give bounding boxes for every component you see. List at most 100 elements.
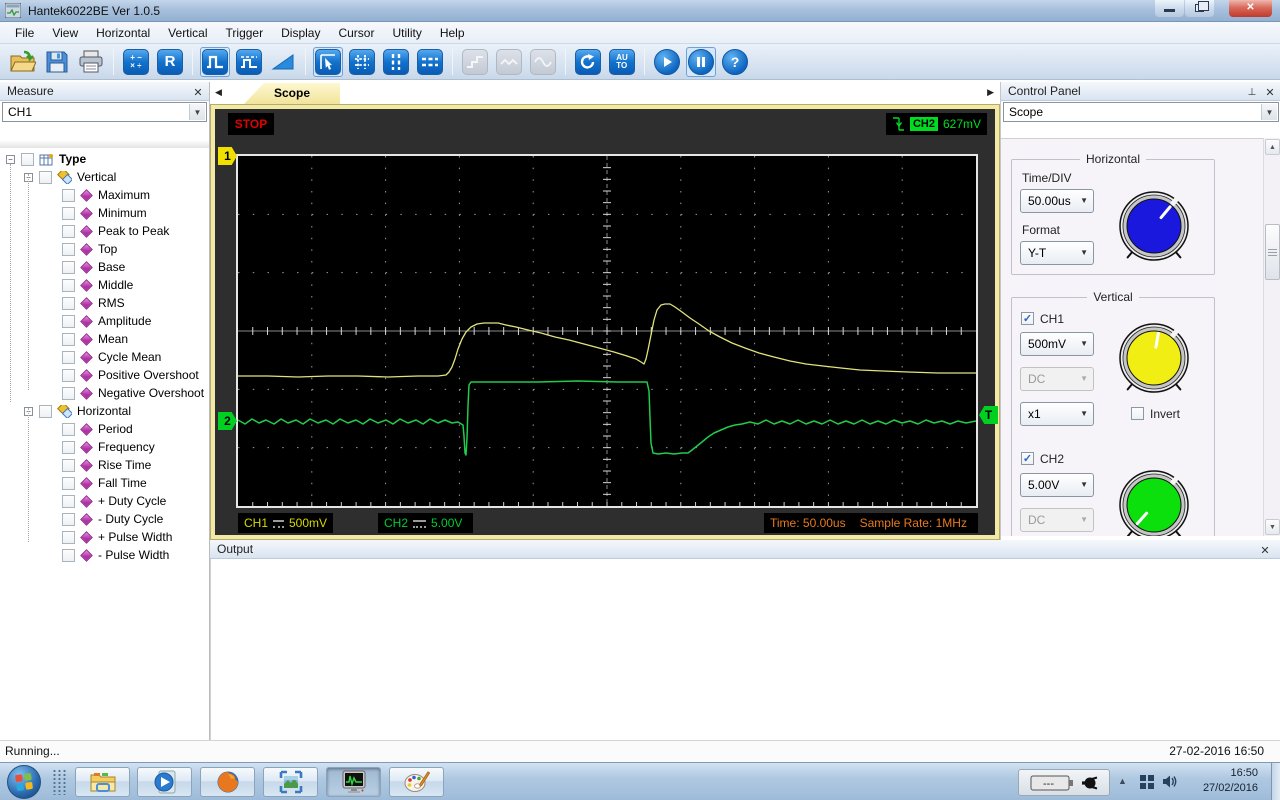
ch1-scale-select[interactable]: 500mV ▼ bbox=[1020, 332, 1094, 356]
sine-disabled-button[interactable] bbox=[528, 47, 558, 77]
pause-button[interactable] bbox=[686, 46, 716, 77]
tree-item-negative-overshoot[interactable]: Negative Overshoot bbox=[0, 384, 204, 402]
wave-disabled-button[interactable] bbox=[494, 47, 524, 77]
taskbar-grip[interactable] bbox=[52, 769, 68, 795]
ch1-enable-checkbox[interactable]: ✓ bbox=[1021, 312, 1034, 325]
menu-file[interactable]: File bbox=[6, 24, 43, 42]
tab-prev-icon[interactable]: ◀ bbox=[215, 87, 222, 98]
tree-checkbox[interactable] bbox=[21, 152, 34, 166]
taskbar-button-explorer[interactable] bbox=[75, 767, 130, 797]
battery-status-widget[interactable]: --- bbox=[1018, 769, 1110, 796]
menu-horizontal[interactable]: Horizontal bbox=[87, 24, 159, 42]
ramp-button[interactable] bbox=[268, 47, 298, 77]
tree-checkbox[interactable] bbox=[39, 170, 52, 184]
tree-checkbox[interactable] bbox=[62, 188, 75, 202]
tree-item-rms[interactable]: RMS bbox=[0, 294, 125, 312]
taskbar-button-oscilloscope[interactable] bbox=[326, 767, 381, 797]
ch2-coupling-select[interactable]: DC ▼ bbox=[1020, 508, 1094, 532]
start-button[interactable] bbox=[652, 47, 682, 77]
control-panel-close-icon[interactable]: ✕ bbox=[1263, 84, 1277, 102]
restore-button[interactable] bbox=[1185, 0, 1214, 17]
tree-checkbox[interactable] bbox=[62, 314, 75, 328]
tree-checkbox[interactable] bbox=[62, 422, 75, 436]
tree-checkbox[interactable] bbox=[62, 332, 75, 346]
ch1-position-marker[interactable]: 1 bbox=[218, 147, 237, 165]
tree-item-peak-to-peak[interactable]: Peak to Peak bbox=[0, 222, 169, 240]
tree-item-period[interactable]: Period bbox=[0, 420, 133, 438]
network-icon[interactable] bbox=[1140, 775, 1155, 789]
tree-item-positive-overshoot[interactable]: Positive Overshoot bbox=[0, 366, 199, 384]
tree-checkbox[interactable] bbox=[62, 476, 75, 490]
tree-checkbox[interactable] bbox=[62, 548, 75, 562]
menu-trigger[interactable]: Trigger bbox=[217, 24, 273, 42]
tree-item-mean[interactable]: Mean bbox=[0, 330, 128, 348]
tree-item-fall-time[interactable]: Fall Time bbox=[0, 474, 147, 492]
tree-item-maximum[interactable]: Maximum bbox=[0, 186, 150, 204]
reference-button[interactable]: R bbox=[155, 47, 185, 77]
pulse-button[interactable] bbox=[200, 46, 230, 77]
menu-utility[interactable]: Utility bbox=[383, 24, 430, 42]
tree-checkbox[interactable] bbox=[62, 386, 75, 400]
grid-button[interactable] bbox=[347, 47, 377, 77]
horizontal-cursors-button[interactable] bbox=[415, 47, 445, 77]
ch2-enable-checkbox[interactable]: ✓ bbox=[1021, 452, 1034, 465]
math-button[interactable]: + − × ÷ bbox=[121, 47, 151, 77]
tree-checkbox[interactable] bbox=[62, 458, 75, 472]
tree-item--duty-cycle[interactable]: + Duty Cycle bbox=[0, 492, 166, 510]
timebase-knob[interactable] bbox=[1112, 184, 1196, 268]
menu-display[interactable]: Display bbox=[272, 24, 329, 42]
taskbar-clock[interactable]: 16:50 27/02/2016 bbox=[1190, 766, 1258, 796]
tree-item-amplitude[interactable]: Amplitude bbox=[0, 312, 151, 330]
trigger-level-marker[interactable]: T bbox=[979, 406, 998, 424]
menu-help[interactable]: Help bbox=[431, 24, 474, 42]
panel-mode-select[interactable]: Scope ▼ bbox=[1003, 102, 1279, 122]
menu-vertical[interactable]: Vertical bbox=[159, 24, 216, 42]
pin-icon[interactable]: ⊥ bbox=[1245, 84, 1259, 102]
tree-checkbox[interactable] bbox=[39, 404, 52, 418]
tree-item-middle[interactable]: Middle bbox=[0, 276, 133, 294]
timediv-select[interactable]: 50.00us ▼ bbox=[1020, 189, 1094, 213]
tree-item-base[interactable]: Base bbox=[0, 258, 125, 276]
ch2-scale-select[interactable]: 5.00V ▼ bbox=[1020, 473, 1094, 497]
speaker-icon[interactable] bbox=[1162, 774, 1179, 789]
show-desktop-button[interactable] bbox=[1271, 763, 1280, 800]
tree-checkbox[interactable] bbox=[62, 368, 75, 382]
tree-checkbox[interactable] bbox=[62, 512, 75, 526]
tree-checkbox[interactable] bbox=[62, 350, 75, 364]
vertical-cursors-button[interactable] bbox=[381, 47, 411, 77]
step-disabled-button[interactable] bbox=[460, 47, 490, 77]
save-button[interactable] bbox=[42, 47, 72, 77]
taskbar-button-paint[interactable] bbox=[389, 767, 444, 797]
tree-item-frequency[interactable]: Frequency bbox=[0, 438, 155, 456]
scrollbar-thumb[interactable] bbox=[1265, 224, 1280, 280]
tree-checkbox[interactable] bbox=[62, 296, 75, 310]
tree-checkbox[interactable] bbox=[62, 494, 75, 508]
tree-checkbox[interactable] bbox=[62, 224, 75, 238]
close-button[interactable]: ✕ bbox=[1229, 0, 1272, 17]
tree-item-rise-time[interactable]: Rise Time bbox=[0, 456, 151, 474]
ch1-invert-checkbox[interactable] bbox=[1131, 407, 1144, 420]
tree-checkbox[interactable] bbox=[62, 206, 75, 220]
taskbar-button-media-player[interactable] bbox=[137, 767, 192, 797]
menu-view[interactable]: View bbox=[43, 24, 87, 42]
taskbar-button-firefox[interactable] bbox=[200, 767, 255, 797]
tree-collapse-icon[interactable]: − bbox=[6, 154, 15, 164]
ch2-position-marker[interactable]: 2 bbox=[218, 412, 237, 430]
tree-node-vertical[interactable]: − Vertical bbox=[0, 167, 116, 186]
pulse-alt-button[interactable] bbox=[234, 47, 264, 77]
tree-item--pulse-width[interactable]: - Pulse Width bbox=[0, 546, 169, 564]
format-select[interactable]: Y-T ▼ bbox=[1020, 241, 1094, 265]
tree-item--duty-cycle[interactable]: - Duty Cycle bbox=[0, 510, 163, 528]
output-close-icon[interactable]: ✕ bbox=[1258, 542, 1272, 560]
auto-button[interactable]: AU TO bbox=[607, 47, 637, 77]
tree-node-type[interactable]: − Type bbox=[0, 150, 86, 168]
refresh-button[interactable] bbox=[573, 47, 603, 77]
tab-next-icon[interactable]: ▶ bbox=[987, 87, 994, 98]
cursor-button[interactable] bbox=[313, 46, 343, 77]
tree-checkbox[interactable] bbox=[62, 530, 75, 544]
tab-scope[interactable]: Scope bbox=[244, 83, 340, 104]
tree-item-top[interactable]: Top bbox=[0, 240, 117, 258]
taskbar-button-image-viewer[interactable] bbox=[263, 767, 318, 797]
minimize-button[interactable] bbox=[1155, 0, 1184, 17]
open-button[interactable] bbox=[8, 47, 38, 77]
